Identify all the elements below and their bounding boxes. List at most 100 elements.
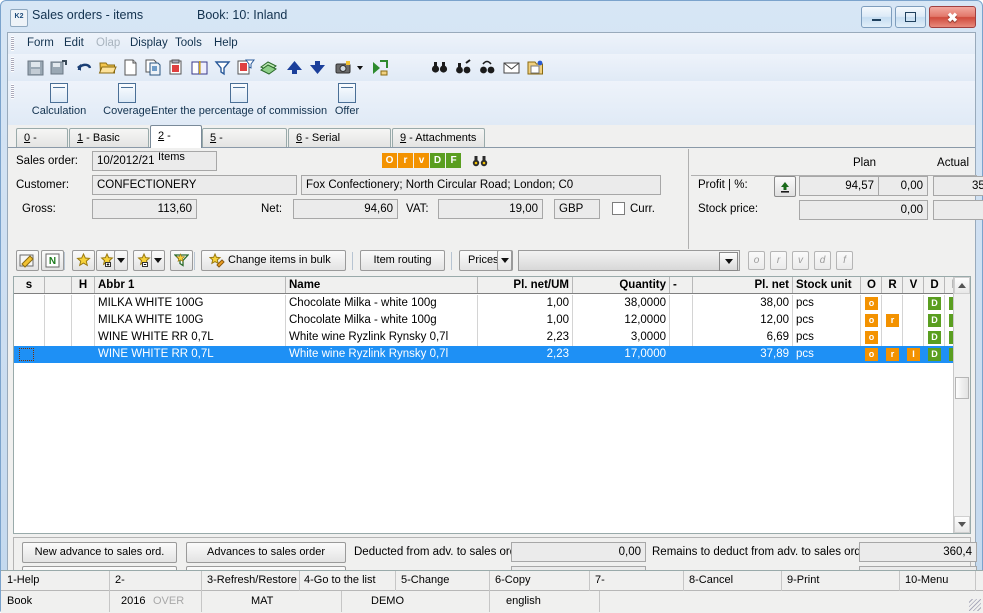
grid-col-minus[interactable]: - <box>670 277 692 293</box>
grid-col-blank[interactable] <box>45 277 71 293</box>
close-button[interactable]: ✖ <box>929 6 976 28</box>
flag-button-d[interactable]: d <box>814 251 831 270</box>
star-plus-dropdown[interactable] <box>114 250 128 271</box>
fkey-3-refresh[interactable]: 3-Refresh/Restore <box>207 574 297 586</box>
find-prev-icon[interactable] <box>478 58 497 77</box>
fkey-1-help[interactable]: 1-Help <box>7 574 39 586</box>
menu-item-tools[interactable]: Tools <box>175 37 202 49</box>
star-button[interactable] <box>72 250 95 271</box>
table-row[interactable]: MILKA WHITE 100G Chocolate Milka - white… <box>14 295 970 312</box>
gross-input[interactable]: 113,60 <box>92 199 197 219</box>
star-minus-dropdown[interactable] <box>151 250 165 271</box>
open-folder-icon[interactable] <box>98 58 117 77</box>
status-badge-f[interactable]: F <box>446 153 461 168</box>
grid-col-s[interactable]: s <box>14 277 44 293</box>
window-resize-grip[interactable] <box>969 599 981 611</box>
binoculars-icon[interactable] <box>472 153 488 171</box>
paste-icon[interactable] <box>167 58 186 77</box>
filter-icon[interactable] <box>213 58 232 77</box>
remains-to-deduct-order-input[interactable]: 360,4 <box>859 542 977 562</box>
grid-col-d[interactable]: D <box>924 277 945 293</box>
tab-documents[interactable]: 5 - Documents <box>202 128 287 162</box>
maximize-button[interactable] <box>895 6 926 28</box>
vat-input[interactable]: 19,00 <box>438 199 543 219</box>
camera-icon[interactable] <box>334 58 353 77</box>
commission-percentage-button[interactable]: Enter the percentage of commission <box>151 83 327 117</box>
mail-icon[interactable] <box>502 58 521 77</box>
stock-price-plan-input[interactable]: 0,00 <box>799 200 928 220</box>
items-filter-combo-button[interactable] <box>719 252 738 271</box>
profit-upload-button[interactable] <box>774 176 796 197</box>
customer-address-input[interactable]: Fox Confectionery; North Circular Road; … <box>301 175 661 195</box>
calculation-button[interactable]: Calculation <box>20 83 98 117</box>
dropdown-caret-icon[interactable] <box>355 58 365 77</box>
fkey-2[interactable]: 2- <box>115 574 125 586</box>
customer-input[interactable]: CONFECTIONERY <box>92 175 297 195</box>
profit-plan-input[interactable]: 94,57 <box>799 176 879 196</box>
stock-price-actual-input[interactable] <box>933 200 983 220</box>
scrollbar-thumb[interactable] <box>955 377 969 399</box>
scroll-up-button[interactable] <box>954 277 970 294</box>
flag-button-v[interactable]: v <box>792 251 809 270</box>
tab-serial-numbers[interactable]: 6 - Serial numbers <box>288 128 391 162</box>
offer-button[interactable]: Offer <box>326 83 368 117</box>
table-row[interactable]: WINE WHITE RR 0,7L White wine Ryzlink Ry… <box>14 329 970 346</box>
item-routing-button[interactable]: Item routing <box>360 250 445 271</box>
menu-item-help[interactable]: Help <box>214 37 238 49</box>
tab-book[interactable]: 0 - Book <box>16 128 68 162</box>
status-badge-v[interactable]: v <box>414 153 429 168</box>
profit-actual-input[interactable]: 35, <box>933 176 983 196</box>
grid-col-o[interactable]: O <box>861 277 882 293</box>
profit-plan-pct-input[interactable]: 0,00 <box>878 176 928 196</box>
filter-doc-icon[interactable] <box>236 58 255 77</box>
items-grid[interactable]: s H Abbr 1 Name Pl. net/UM Quantity - Pl… <box>13 276 971 534</box>
copy-icon[interactable] <box>144 58 163 77</box>
grid-vertical-scrollbar[interactable] <box>953 277 970 533</box>
tab-basic-data[interactable]: 1 - Basic data <box>69 128 149 162</box>
save-icon[interactable] <box>26 58 45 77</box>
arrow-up-icon[interactable] <box>285 58 304 77</box>
grid-col-r[interactable]: R <box>882 277 903 293</box>
curr-checkbox[interactable] <box>612 202 625 215</box>
new-advance-to-sales-order-button[interactable]: New advance to sales ord. <box>22 542 177 563</box>
tab-attachments[interactable]: 9 - Attachments <box>392 128 485 147</box>
grid-col-plnetum[interactable]: Pl. net/UM <box>478 277 572 293</box>
tab-items[interactable]: 2 - Items <box>150 125 202 163</box>
grid-col-plnet[interactable]: Pl. net <box>693 277 792 293</box>
edit-pencil-button[interactable] <box>16 250 39 271</box>
status-badge-o[interactable]: O <box>382 153 397 168</box>
prices-dropdown[interactable] <box>497 250 512 271</box>
menu-item-display[interactable]: Display <box>130 37 168 49</box>
attach-folder-icon[interactable] <box>526 58 545 77</box>
fkey-4-go-list[interactable]: 4-Go to the list <box>304 574 376 586</box>
menu-item-form[interactable]: Form <box>27 37 54 49</box>
fkey-6-copy[interactable]: 6-Copy <box>495 574 530 586</box>
print-stack-icon[interactable] <box>259 58 278 77</box>
undo-icon[interactable] <box>75 58 94 77</box>
flag-button-o[interactable]: o <box>748 251 765 270</box>
note-n-button[interactable]: N <box>41 250 64 271</box>
save-lock-icon[interactable] <box>49 58 68 77</box>
items-filter-combo[interactable] <box>518 250 740 271</box>
menu-item-edit[interactable]: Edit <box>64 37 84 49</box>
grid-col-stockunit[interactable]: Stock unit <box>793 277 860 293</box>
star-filter-button[interactable] <box>170 250 193 271</box>
fkey-10-menu[interactable]: 10-Menu <box>905 574 948 586</box>
table-row[interactable]: MILKA WHITE 100G Chocolate Milka - white… <box>14 312 970 329</box>
flag-button-r[interactable]: r <box>770 251 787 270</box>
net-input[interactable]: 94,60 <box>293 199 398 219</box>
find-icon[interactable] <box>430 58 449 77</box>
advances-to-sales-order-button[interactable]: Advances to sales order <box>186 542 346 563</box>
fkey-9-print[interactable]: 9-Print <box>787 574 819 586</box>
status-badge-r[interactable]: r <box>398 153 413 168</box>
table-row-selected[interactable]: WINE WHITE RR 0,7L White wine Ryzlink Ry… <box>14 346 970 363</box>
status-badge-d[interactable]: D <box>430 153 445 168</box>
grid-col-abbr[interactable]: Abbr 1 <box>95 277 285 293</box>
fkey-8-cancel[interactable]: 8-Cancel <box>689 574 733 586</box>
row-focus-cell[interactable] <box>19 348 34 361</box>
fkey-5-change[interactable]: 5-Change <box>401 574 449 586</box>
new-document-icon[interactable] <box>121 58 140 77</box>
grid-col-name[interactable]: Name <box>286 277 477 293</box>
minimize-button[interactable] <box>861 6 892 28</box>
currency-input[interactable]: GBP <box>554 199 600 219</box>
